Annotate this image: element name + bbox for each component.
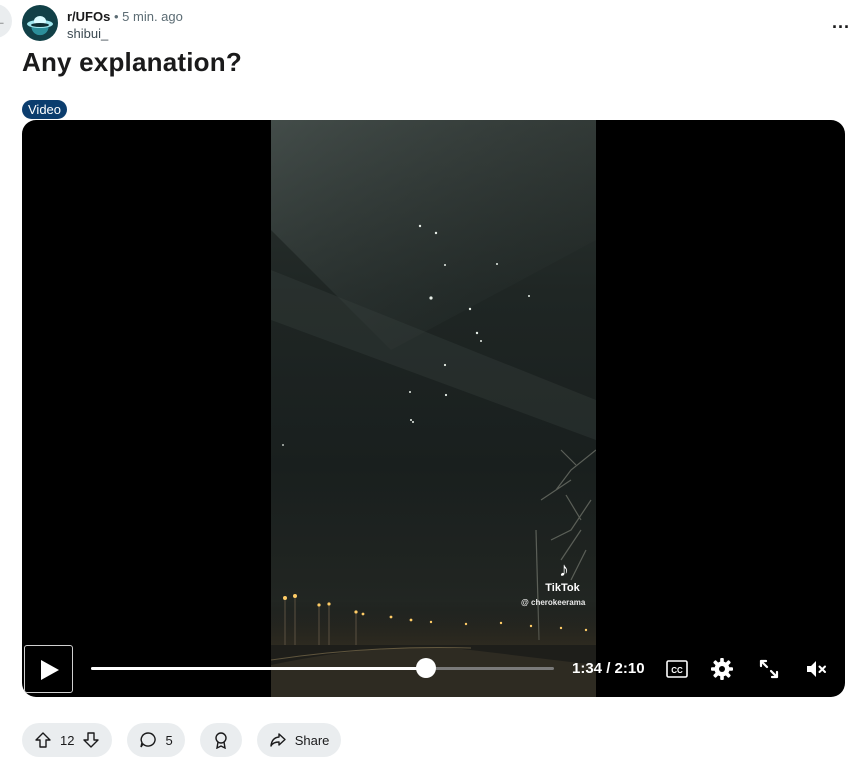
vote-count: 12 (60, 732, 75, 748)
closed-captions-icon: CC (666, 660, 688, 678)
share-label: Share (294, 732, 330, 748)
vote-pill: 12 (22, 723, 113, 757)
subreddit-avatar[interactable] (22, 5, 58, 41)
comment-count: 5 (165, 732, 173, 748)
progress-thumb[interactable] (415, 658, 436, 678)
post-meta: r/UFOs • 5 min. ago (67, 8, 183, 25)
back-button[interactable]: ← (0, 4, 12, 38)
share-icon (270, 733, 286, 747)
time-readout: 1:34 / 2:10 (572, 660, 645, 677)
progress-fill (91, 667, 426, 670)
tiktok-handle: @ cherokeerama (521, 598, 586, 607)
more-options-button[interactable]: ... (832, 12, 850, 33)
tiktok-logo-icon: ♪ (559, 559, 569, 581)
post-author[interactable]: shibui_ (67, 26, 108, 41)
post-flair[interactable]: Video (22, 100, 68, 119)
fullscreen-icon (759, 659, 779, 679)
video-player[interactable]: ♪ TikTok @ cherokeerama 1:34 / 2:10 CC (22, 120, 845, 697)
volume-muted-icon (807, 661, 826, 677)
closed-captions-button[interactable]: CC (665, 657, 689, 681)
play-icon (41, 660, 59, 680)
video-frame: ♪ TikTok @ cherokeerama (271, 120, 596, 697)
award-button[interactable] (199, 723, 242, 757)
tiktok-watermark: TikTok (545, 582, 580, 594)
share-button[interactable]: Share (256, 723, 342, 757)
award-icon (215, 732, 227, 749)
settings-button[interactable] (710, 657, 734, 681)
back-arrow-icon: ← (0, 14, 6, 28)
post-title: Any explanation? (22, 47, 242, 77)
meta-separator: • (113, 9, 119, 24)
night-sky-scene (271, 120, 596, 697)
fullscreen-button[interactable] (757, 657, 781, 681)
comment-icon (140, 732, 157, 748)
post-actions: 12 5 Share (22, 723, 342, 757)
upvote-icon[interactable] (34, 731, 52, 749)
downvote-icon[interactable] (82, 731, 100, 749)
gear-icon (711, 658, 733, 680)
mute-button[interactable] (804, 657, 828, 681)
svg-text:CC: CC (671, 666, 683, 675)
ufo-logo-icon (27, 16, 53, 28)
play-button[interactable] (24, 645, 73, 693)
progress-bar[interactable] (91, 658, 554, 678)
comments-button[interactable]: 5 (127, 723, 185, 757)
post-time: 5 min. ago (122, 9, 183, 24)
subreddit-name[interactable]: r/UFOs (67, 9, 110, 24)
